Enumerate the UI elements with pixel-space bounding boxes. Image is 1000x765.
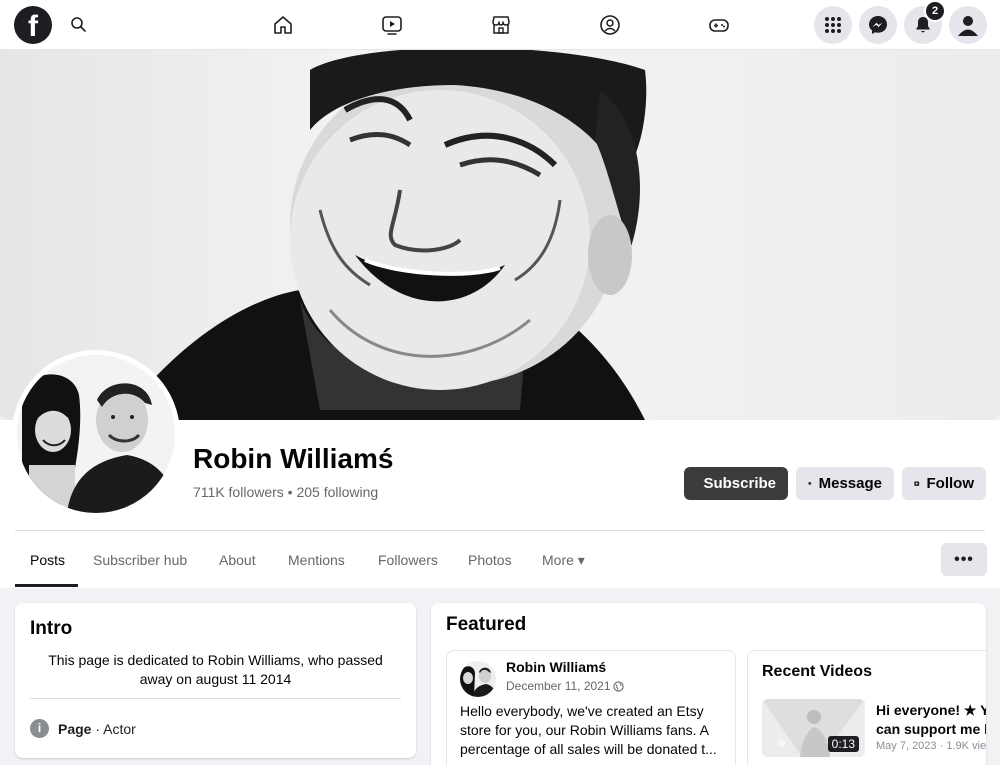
- video-thumbnail[interactable]: 0:13: [762, 699, 865, 757]
- follow-icon: [914, 481, 920, 486]
- tab-mentions[interactable]: Mentions: [288, 552, 345, 568]
- home-icon[interactable]: [268, 10, 298, 40]
- more-options-button[interactable]: •••: [941, 543, 987, 576]
- tab-about[interactable]: About: [219, 552, 256, 568]
- video-meta: May 7, 2023 · 1.9K vie: [876, 740, 986, 752]
- tab-more[interactable]: More ▾: [542, 552, 585, 569]
- subscribe-button[interactable]: Subscribe: [684, 467, 788, 500]
- groups-icon[interactable]: [595, 10, 625, 40]
- notifications-bell-icon[interactable]: 2: [904, 0, 946, 44]
- top-navigation-bar: f 2: [0, 0, 1000, 50]
- cover-photo[interactable]: [0, 50, 1000, 420]
- page-category: · Actor: [91, 720, 136, 737]
- facebook-logo[interactable]: f: [14, 6, 52, 44]
- page-label: Page: [58, 720, 92, 737]
- featured-title: Featured: [446, 614, 527, 635]
- subscribe-label: Subscribe: [703, 475, 776, 492]
- tab-subscriber-hub[interactable]: Subscriber hub: [93, 552, 187, 568]
- info-icon: i: [30, 719, 49, 738]
- follow-label: Follow: [926, 475, 975, 492]
- video-duration: 0:13: [827, 736, 859, 752]
- recent-videos-card: Recent Videos 0:13 Hi everyone! ★ Y can …: [747, 650, 986, 765]
- account-avatar-icon[interactable]: [949, 6, 987, 44]
- message-button[interactable]: Message: [796, 467, 894, 500]
- post-text: Hello everybody, we've created an Etsy s…: [460, 703, 717, 757]
- active-tab-indicator: [15, 584, 78, 587]
- tab-photos[interactable]: Photos: [468, 552, 512, 568]
- intro-card: Intro This page is dedicated to Robin Wi…: [15, 603, 416, 758]
- header-divider: [15, 530, 985, 531]
- post-author-name[interactable]: Robin Williamś: [506, 659, 606, 675]
- featured-card: Featured Robin Williamś December 11, 202…: [431, 603, 986, 765]
- page-category-row: i Page · Actor: [30, 719, 136, 738]
- menu-grid-icon[interactable]: [814, 6, 852, 44]
- followers-count[interactable]: 711K followers • 205 following: [193, 484, 378, 500]
- video-icon[interactable]: [377, 10, 407, 40]
- intro-title: Intro: [30, 618, 73, 639]
- globe-icon: [612, 680, 624, 692]
- profile-name: Robin Williamś: [193, 443, 394, 474]
- tab-posts[interactable]: Posts: [30, 552, 65, 568]
- intro-bio: This page is dedicated to Robin Williams…: [48, 652, 383, 687]
- messenger-icon[interactable]: [859, 6, 897, 44]
- profile-picture-image: [17, 355, 175, 513]
- message-label: Message: [818, 475, 882, 492]
- post-date[interactable]: December 11, 2021: [506, 679, 624, 693]
- cover-portrait-illustration: [120, 50, 647, 420]
- featured-post[interactable]: Robin Williamś December 11, 2021 Hello e…: [446, 650, 736, 765]
- recent-videos-title: Recent Videos: [762, 663, 872, 680]
- follow-button[interactable]: Follow: [902, 467, 986, 500]
- profile-picture[interactable]: [12, 350, 180, 518]
- marketplace-icon[interactable]: [486, 10, 516, 40]
- post-author-avatar[interactable]: [460, 661, 496, 697]
- search-icon[interactable]: [66, 12, 92, 38]
- messenger-icon: [808, 482, 812, 485]
- tab-followers[interactable]: Followers: [378, 552, 438, 568]
- gaming-icon[interactable]: [704, 10, 734, 40]
- intro-divider: [30, 698, 401, 699]
- notifications-badge: 2: [924, 0, 946, 22]
- video-title[interactable]: Hi everyone! ★ Y can support me b: [876, 701, 986, 739]
